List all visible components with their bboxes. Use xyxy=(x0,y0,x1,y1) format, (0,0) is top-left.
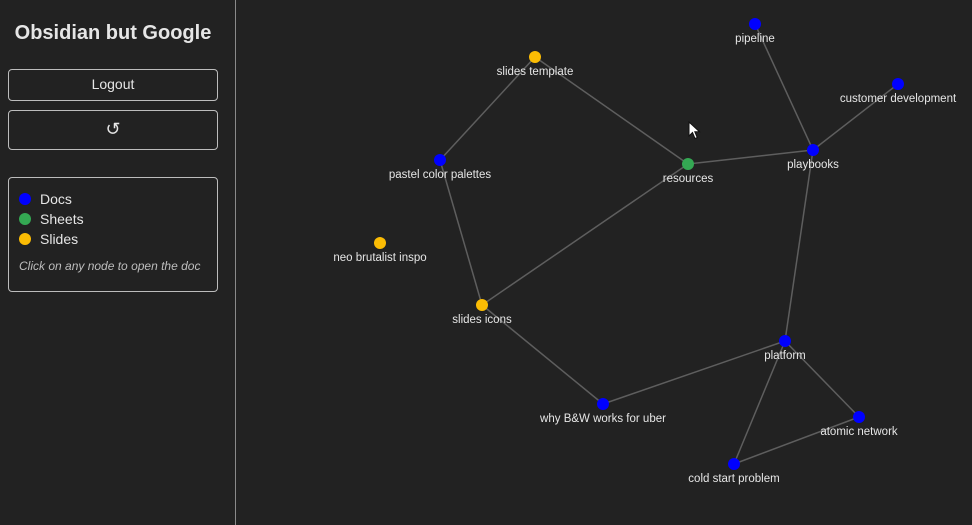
graph-node-customer-development[interactable]: customer development xyxy=(840,78,957,105)
graph-node-atomic-network[interactable]: atomic network xyxy=(820,411,898,438)
logout-button[interactable]: Logout xyxy=(8,69,218,101)
graph-node-label[interactable]: neo brutalist inspo xyxy=(333,252,426,264)
graph-node-slides-icons[interactable]: slides icons xyxy=(452,299,512,326)
legend-item-docs: Docs xyxy=(19,190,72,208)
graph-node-platform[interactable]: platform xyxy=(764,335,806,362)
app-title: Obsidian but Google xyxy=(14,22,212,44)
graph-node-cold-start-problem[interactable]: cold start problem xyxy=(688,458,780,485)
graph-edge-resources-slides-icons xyxy=(481,163,689,306)
graph-node-label[interactable]: cold start problem xyxy=(688,473,779,485)
graph-node-label[interactable]: customer development xyxy=(840,93,957,105)
doc-node-dot[interactable] xyxy=(807,144,819,156)
graph-node-pipeline[interactable]: pipeline xyxy=(735,18,775,45)
nodes-layer: pipeline customer development slides templ… xyxy=(333,18,957,485)
graph-edge-atomic-network-cold-start-problem xyxy=(733,416,860,465)
graph-node-label[interactable]: pastel color palettes xyxy=(389,169,492,181)
graph-node-label[interactable]: why B&W works for uber xyxy=(539,413,666,425)
mouse-cursor-icon xyxy=(688,121,701,140)
graph-node-label[interactable]: playbooks xyxy=(787,159,839,171)
doc-node-dot[interactable] xyxy=(434,154,446,166)
graph-edge-playbooks-platform xyxy=(784,149,814,342)
graph-node-why-bw-works-for-uber[interactable]: why B&W works for uber xyxy=(539,398,666,425)
doc-node-dot[interactable] xyxy=(749,18,761,30)
doc-node-dot[interactable] xyxy=(779,335,791,347)
graph-svg: pipeline customer development slides templ… xyxy=(333,18,957,485)
legend-hint: Click on any node to open the doc xyxy=(19,259,201,273)
doc-node-dot[interactable] xyxy=(892,78,904,90)
legend-item-sheets: Sheets xyxy=(19,210,84,228)
edges-layer xyxy=(439,23,899,465)
app-window: Obsidian but Google Logout ↺ Docs Sheets… xyxy=(0,0,972,525)
slides-dot-icon xyxy=(19,233,31,245)
graph-node-label[interactable]: pipeline xyxy=(735,33,775,45)
graph-node-label[interactable]: platform xyxy=(764,350,806,362)
doc-node-dot[interactable] xyxy=(728,458,740,470)
sheets-dot-icon xyxy=(19,213,31,225)
graph-node-label[interactable]: atomic network xyxy=(820,426,898,438)
legend: Docs Sheets Slides Click on any node to … xyxy=(8,177,218,292)
doc-node-dot[interactable] xyxy=(853,411,865,423)
sheet-node-dot[interactable] xyxy=(682,158,694,170)
doc-node-dot[interactable] xyxy=(597,398,609,410)
slide-node-dot[interactable] xyxy=(476,299,488,311)
legend-label-sheets: Sheets xyxy=(40,211,84,227)
graph-node-label[interactable]: slides template xyxy=(497,66,574,78)
graph-node-label[interactable]: slides icons xyxy=(452,314,512,326)
legend-label-slides: Slides xyxy=(40,231,79,247)
graph-node-slides-template[interactable]: slides template xyxy=(497,51,574,78)
refresh-button[interactable]: ↺ xyxy=(8,110,218,150)
slide-node-dot[interactable] xyxy=(374,237,386,249)
graph-node-neo-brutalist-inspo[interactable]: neo brutalist inspo xyxy=(333,237,427,264)
docs-dot-icon xyxy=(19,193,31,205)
sidebar: Obsidian but Google Logout ↺ Docs Sheets… xyxy=(0,0,236,525)
graph-node-pastel-color-palettes[interactable]: pastel color palettes xyxy=(389,154,492,181)
graph-canvas[interactable]: pipeline customer development slides templ… xyxy=(237,0,972,525)
legend-item-slides: Slides xyxy=(19,230,78,248)
graph-node-playbooks[interactable]: playbooks xyxy=(787,144,839,171)
slide-node-dot[interactable] xyxy=(529,51,541,63)
graph-edge-why-bw-works-for-uber-platform xyxy=(602,340,786,405)
legend-label-docs: Docs xyxy=(40,191,72,207)
graph-edge-pastel-color-palettes-slides-icons xyxy=(439,159,483,306)
graph-node-label[interactable]: resources xyxy=(663,173,714,185)
refresh-icon: ↺ xyxy=(105,119,121,139)
